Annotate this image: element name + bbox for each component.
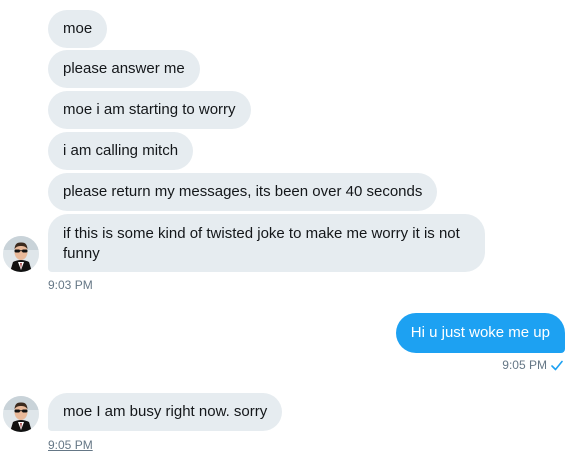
timestamp: 9:05 PM: [502, 358, 547, 372]
user-avatar-icon: [3, 236, 39, 272]
message-text: please answer me: [63, 60, 185, 77]
incoming-message[interactable]: if this is some kind of twisted joke to …: [48, 214, 485, 272]
message-text: if this is some kind of twisted joke to …: [63, 225, 460, 262]
message-text: Hi u just woke me up: [410, 324, 550, 341]
message-text: moe: [63, 20, 93, 37]
message-text: i am calling mitch: [63, 142, 179, 159]
incoming-message[interactable]: moe i am starting to worry: [48, 91, 251, 129]
incoming-message[interactable]: please return my messages, its been over…: [48, 173, 438, 211]
avatar[interactable]: [3, 396, 39, 432]
incoming-message[interactable]: moe: [48, 10, 108, 48]
incoming-message[interactable]: please answer me: [48, 50, 200, 88]
outgoing-message[interactable]: Hi u just woke me up: [395, 313, 565, 353]
message-text: please return my messages, its been over…: [63, 183, 423, 200]
timestamp-read: 9:05 PM: [502, 358, 563, 374]
incoming-message[interactable]: i am calling mitch: [48, 132, 194, 170]
message-text: moe I am busy right now. sorry: [63, 403, 268, 420]
user-avatar-icon: [3, 396, 39, 432]
timestamp-link[interactable]: 9:05 PM: [48, 438, 93, 452]
message-text: moe i am starting to worry: [63, 101, 236, 118]
avatar[interactable]: [3, 236, 39, 272]
incoming-message[interactable]: moe I am busy right now. sorry: [48, 393, 283, 431]
checkmark-icon: [551, 360, 563, 374]
timestamp: 9:03 PM: [48, 278, 93, 292]
